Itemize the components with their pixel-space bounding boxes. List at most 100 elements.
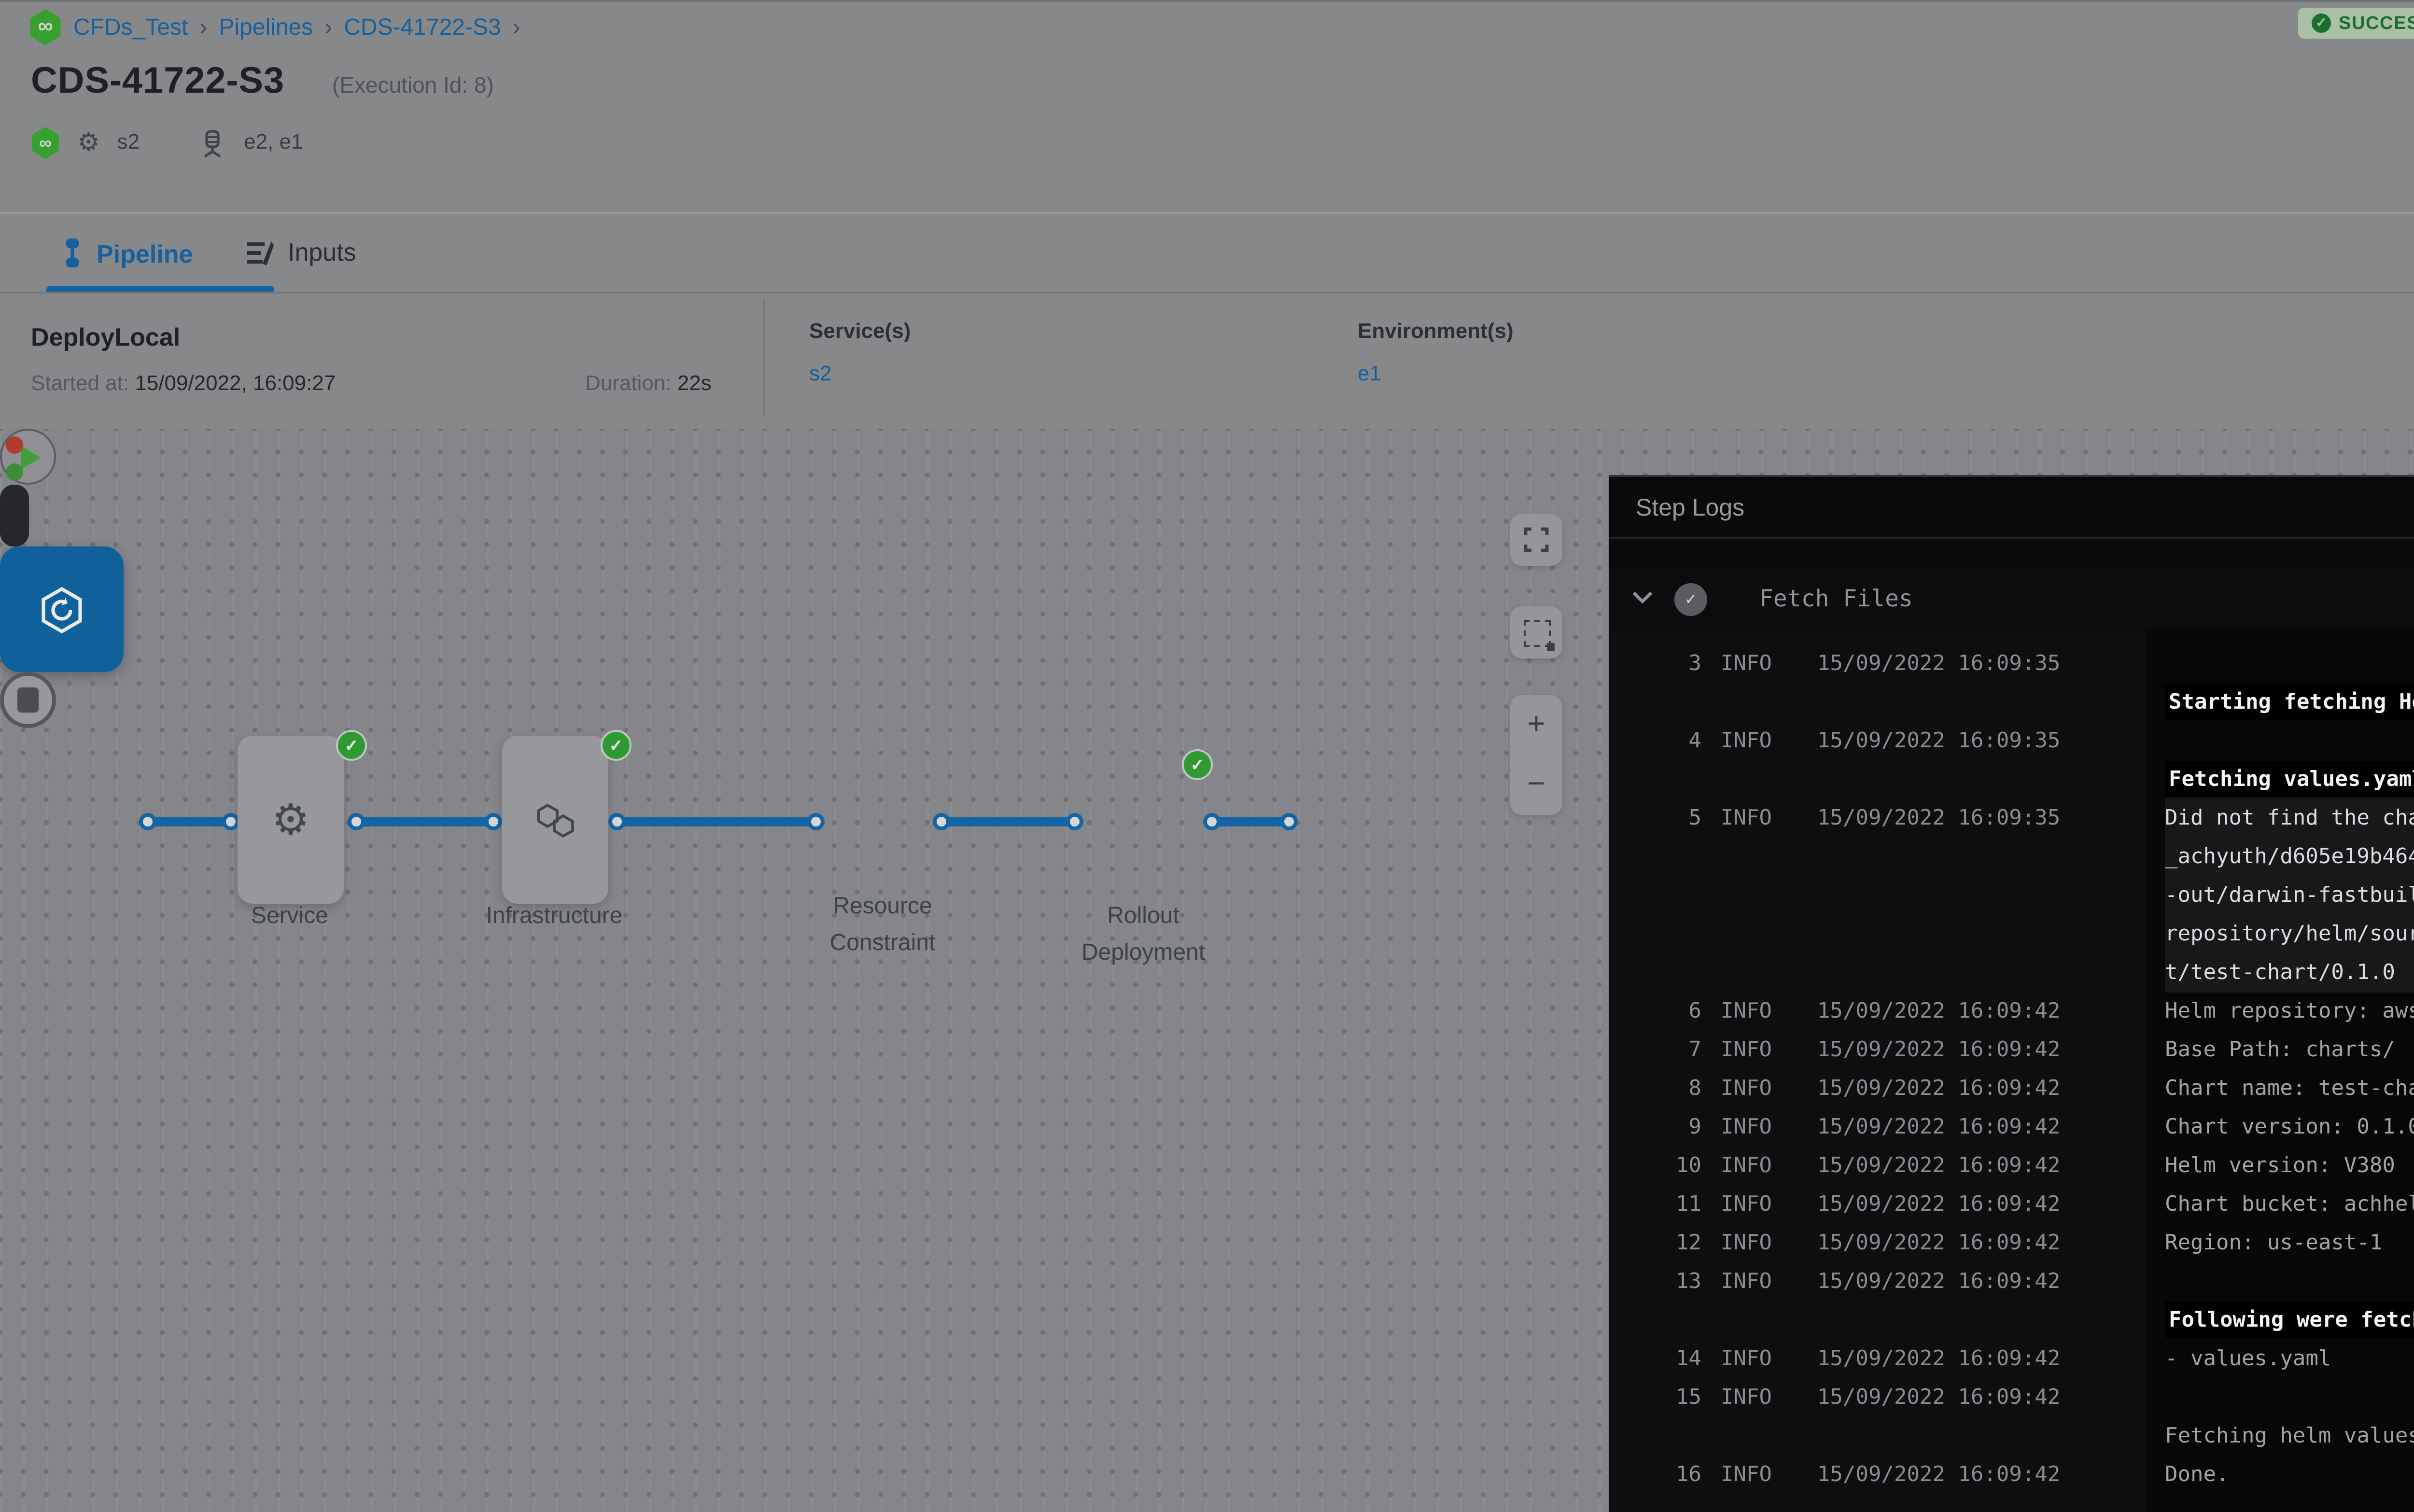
duration-label: Duration: — [585, 373, 672, 396]
step-name: Fetch Files — [1759, 585, 1913, 612]
cd-module-icon: ∞ — [31, 126, 60, 159]
clipped-log-line: } — [2219, 630, 2414, 645]
environment-link[interactable]: e1 — [1358, 363, 1381, 386]
connector-endpoint — [1065, 812, 1082, 829]
environments-header: Environment(s) — [1358, 321, 1514, 344]
log-row: 14INFO15/09/2022 16:09:42- values.yaml — [1609, 1340, 2414, 1379]
breadcrumb: ∞ CFDs_Test › Pipelines › CDS-41722-S3 › — [29, 8, 520, 46]
log-row: 3INFO15/09/2022 16:09:35Starting fetchin… — [1609, 645, 2414, 722]
step-logs-header: Step Logs Console View — [1609, 477, 2414, 539]
service-link[interactable]: s2 — [809, 363, 832, 386]
stage-name: DeployLocal — [31, 322, 180, 351]
connector-endpoint — [347, 812, 364, 829]
breadcrumb-project[interactable]: CFDs_Test — [73, 14, 188, 41]
step-row-fetch-files[interactable]: ✓ Fetch Files ↑ ↓ 9s — [1609, 570, 2414, 630]
check-circle-icon: ✓ — [2312, 14, 2331, 33]
chevron-right-icon: › — [199, 14, 207, 41]
tab-inputs-label: Inputs — [288, 238, 356, 266]
success-check-icon: ✓ — [336, 730, 367, 761]
log-row: 7INFO15/09/2022 16:09:42Base Path: chart… — [1609, 1031, 2414, 1070]
connector-endpoint — [1202, 812, 1220, 829]
connector-endpoint — [932, 812, 949, 829]
stop-icon — [17, 687, 39, 713]
node-label: Resource Constraint — [794, 888, 971, 960]
divider — [763, 299, 765, 415]
service-tag: s2 — [117, 131, 140, 154]
log-row: 9INFO15/09/2022 16:09:42Chart version: 0… — [1609, 1108, 2414, 1147]
connector-endpoint — [484, 812, 501, 829]
started-label: Started at: — [31, 373, 129, 396]
breadcrumb-pipeline-name[interactable]: CDS-41722-S3 — [344, 14, 501, 41]
gear-icon: ⚙ — [77, 127, 100, 158]
breadcrumb-pipelines[interactable]: Pipelines — [219, 14, 313, 41]
execution-id: (Execution Id: 8) — [332, 75, 494, 98]
duration-value: 22s — [677, 373, 712, 396]
connector — [1211, 816, 1288, 826]
node-label: Service — [203, 898, 377, 934]
harness-logo-icon: ∞ — [29, 9, 62, 45]
log-row: 11INFO15/09/2022 16:09:42Chart bucket: a… — [1609, 1186, 2414, 1224]
pipeline-icon — [62, 238, 83, 268]
node-resource-constraint[interactable] — [0, 485, 29, 546]
status-badge: ✓ SUCCESS — [2298, 8, 2414, 39]
log-row: 13INFO15/09/2022 16:09:42Following were … — [1609, 1263, 2414, 1340]
execution-meta-row: ∞ ⚙ s2 e2, e1 — [31, 124, 303, 162]
log-rows: 3INFO15/09/2022 16:09:35Starting fetchin… — [1609, 645, 2414, 1495]
step-success-check-icon: ✓ — [1674, 583, 1707, 616]
select-region-button[interactable] — [1510, 606, 1562, 658]
connector — [616, 816, 815, 826]
node-label: Rollout Deployment — [1054, 898, 1232, 970]
node-service[interactable]: ⚙ — [238, 736, 344, 904]
stage-started: Started at: 15/09/2022, 16:09:27 — [31, 373, 336, 396]
fullscreen-icon — [1524, 527, 1549, 552]
red-light-icon — [6, 436, 23, 454]
top-bar: ∞ CFDs_Test › Pipelines › CDS-41722-S3 ›… — [0, 0, 2414, 56]
tab-pipeline[interactable]: Pipeline — [62, 238, 193, 268]
chevron-right-icon: › — [324, 14, 332, 41]
connector-endpoint — [1279, 812, 1297, 829]
fullscreen-button[interactable] — [1510, 514, 1562, 566]
connector-endpoint — [221, 812, 239, 829]
end-node[interactable] — [0, 672, 56, 728]
chevron-down-icon[interactable] — [1632, 591, 1653, 604]
connector — [355, 816, 492, 826]
page-title: CDS-41722-S3 — [31, 62, 284, 104]
zoom-out-button[interactable]: − — [1527, 768, 1545, 802]
log-row: 8INFO15/09/2022 16:09:42Chart name: test… — [1609, 1070, 2414, 1108]
connector — [940, 816, 1074, 826]
node-label: Infrastructure — [467, 898, 641, 934]
stage-info-bar: DeployLocal Started at: 15/09/2022, 16:0… — [0, 290, 2414, 431]
success-check-icon: ✓ — [601, 730, 632, 761]
rolling-deploy-icon — [37, 584, 87, 634]
log-row: 12INFO15/09/2022 16:09:42Region: us-east… — [1609, 1224, 2414, 1263]
inputs-icon — [245, 238, 274, 266]
services-header: Service(s) — [809, 321, 911, 344]
log-row: 10INFO15/09/2022 16:09:42Helm version: V… — [1609, 1147, 2414, 1186]
connector — [147, 816, 230, 826]
log-body: } 3INFO15/09/2022 16:09:35Starting fetch… — [1609, 630, 2414, 1512]
marquee-select-icon — [1523, 619, 1550, 646]
connector-endpoint — [138, 812, 155, 829]
chevron-right-icon: › — [513, 14, 520, 41]
tab-pipeline-label: Pipeline — [97, 238, 193, 267]
infrastructure-icon — [536, 802, 575, 837]
environment-tag: e2, e1 — [244, 131, 303, 154]
stage-duration: Duration: 22s — [585, 373, 712, 396]
zoom-in-button[interactable]: + — [1527, 708, 1545, 742]
log-row: 15INFO15/09/2022 16:09:42Fetching helm v… — [1609, 1379, 2414, 1456]
tabs-bar: Pipeline Inputs Console View — [0, 212, 2414, 294]
status-badge-label: SUCCESS — [2339, 13, 2414, 34]
log-row: 6INFO15/09/2022 16:09:42Helm repository:… — [1609, 993, 2414, 1031]
gear-icon: ⚙ — [272, 795, 310, 845]
play-icon — [21, 445, 41, 468]
step-logs-title: Step Logs — [1636, 494, 1744, 521]
log-row: 4INFO15/09/2022 16:09:35Fetching values.… — [1609, 722, 2414, 799]
tab-inputs[interactable]: Inputs — [245, 238, 356, 266]
node-infrastructure[interactable] — [502, 736, 608, 904]
node-rollout-deployment[interactable] — [0, 546, 124, 672]
zoom-controls: + − — [1510, 695, 1562, 815]
success-check-icon: ✓ — [1182, 749, 1213, 780]
step-logs-panel: Step Logs Console View ✓ Fetch Files ↑ ↓… — [1609, 475, 2414, 1512]
environments-icon — [199, 128, 226, 157]
connector-endpoint — [607, 812, 625, 829]
